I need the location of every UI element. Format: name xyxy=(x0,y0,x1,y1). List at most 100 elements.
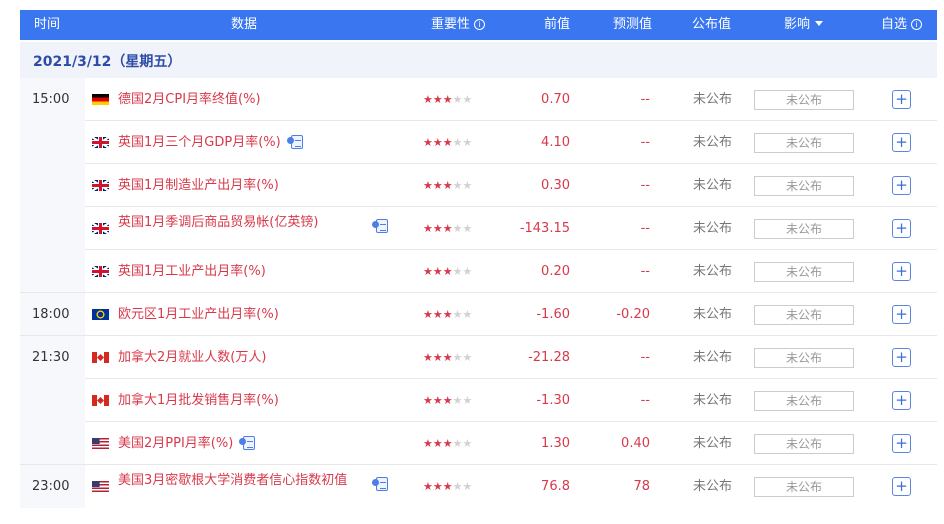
impact-box: 未公布 xyxy=(754,90,854,110)
indicator-name-text: 加拿大2月就业人数(万人) xyxy=(118,350,267,365)
report-icon[interactable] xyxy=(239,436,256,450)
header-watchlist[interactable]: 自选 i xyxy=(881,10,923,40)
report-icon[interactable] xyxy=(372,477,388,491)
header-previous: 前值 xyxy=(544,17,571,32)
forecast-value: -- xyxy=(640,135,650,150)
table-row: 英国1月季调后商品贸易帐(亿英镑) ★★★★★ -143.15 -- 未公布 未公布 + xyxy=(20,207,937,250)
forecast-value: -0.20 xyxy=(616,307,650,322)
actual-value: 未公布 xyxy=(693,307,733,322)
indicator-name[interactable]: 英国1月季调后商品贸易帐(亿英镑) xyxy=(118,213,388,233)
info-icon[interactable]: i xyxy=(911,19,923,30)
add-watchlist-button[interactable]: + xyxy=(892,434,911,453)
indicator-name[interactable]: 加拿大1月批发销售月率(%) xyxy=(118,379,279,422)
uk-flag-icon xyxy=(92,137,109,148)
caret-down-icon xyxy=(815,21,824,26)
impact-box: 未公布 xyxy=(754,434,854,454)
star-icon: ★ xyxy=(423,136,433,149)
star-icon: ★ xyxy=(432,437,443,450)
star-icon: ★ xyxy=(423,480,433,493)
indicator-name[interactable]: 英国1月制造业产出月率(%) xyxy=(118,164,279,207)
table-row: 英国1月工业产出月率(%) ★★★★★ 0.20 -- 未公布 未公布 + xyxy=(20,250,937,293)
uk-flag-icon xyxy=(92,180,109,191)
actual-value: 未公布 xyxy=(693,350,733,365)
report-icon[interactable] xyxy=(286,135,303,149)
star-icon: ★ xyxy=(423,222,433,235)
report-icon[interactable] xyxy=(372,219,388,233)
star-icon: ★ xyxy=(432,351,443,364)
uk-flag-icon xyxy=(92,266,109,277)
date-label: 2021/3/12（星期五） xyxy=(20,42,937,78)
row-time: 15:00 xyxy=(32,92,70,107)
table-row: 18:00 欧元区1月工业产出月率(%) ★★★★★ -1.60 -0.20 未公布 未公布… xyxy=(20,293,937,336)
forecast-value: -- xyxy=(640,221,650,236)
actual-value: 未公布 xyxy=(693,178,733,193)
forecast-value: 0.40 xyxy=(621,436,650,451)
indicator-name[interactable]: 美国2月PPI月率(%) xyxy=(118,422,256,465)
table-row: 15:00 德国2月CPI月率终值(%) ★★★★★ 0.70 -- 未公布 未公布 + xyxy=(20,78,937,121)
header-importance[interactable]: 重要性 i xyxy=(431,10,486,40)
forecast-value: -- xyxy=(640,264,650,279)
add-watchlist-button[interactable]: + xyxy=(892,391,911,410)
star-icon: ★ xyxy=(423,351,433,364)
forecast-value: 78 xyxy=(633,479,650,494)
row-time: 23:00 xyxy=(32,479,70,494)
impact-box: 未公布 xyxy=(754,133,854,153)
indicator-name-text: 美国3月密歇根大学消费者信心指数初值 xyxy=(118,473,348,488)
indicator-name-text: 英国1月工业产出月率(%) xyxy=(118,264,266,279)
header-impact-sort[interactable]: 影响 xyxy=(784,10,824,40)
indicator-name[interactable]: 德国2月CPI月率终值(%) xyxy=(118,78,261,121)
add-watchlist-button[interactable]: + xyxy=(892,477,911,496)
add-watchlist-button[interactable]: + xyxy=(892,262,911,281)
header-time: 时间 xyxy=(34,17,61,32)
indicator-name[interactable]: 欧元区1月工业产出月率(%) xyxy=(118,293,279,336)
star-icon: ★ xyxy=(423,394,433,407)
add-watchlist-button[interactable]: + xyxy=(892,348,911,367)
table-row: 23:00 美国3月密歇根大学消费者信心指数初值 ★★★★★ 76.8 78 未公布 未公布… xyxy=(20,465,937,508)
star-icon: ★ xyxy=(432,222,443,235)
indicator-name[interactable]: 美国3月密歇根大学消费者信心指数初值 xyxy=(118,471,388,491)
header-forecast: 预测值 xyxy=(613,17,653,32)
indicator-name-text: 加拿大1月批发销售月率(%) xyxy=(118,393,279,408)
star-icon: ★ xyxy=(432,93,443,106)
indicator-name-text: 欧元区1月工业产出月率(%) xyxy=(118,307,279,322)
row-time: 21:30 xyxy=(32,350,70,365)
forecast-value: -- xyxy=(640,178,650,193)
actual-value: 未公布 xyxy=(693,92,733,107)
table-row: 美国2月PPI月率(%) ★★★★★ 1.30 0.40 未公布 未公布 + xyxy=(20,422,937,465)
star-icon: ★ xyxy=(423,93,433,106)
indicator-name[interactable]: 加拿大2月就业人数(万人) xyxy=(118,336,266,379)
indicator-name-text: 美国2月PPI月率(%) xyxy=(118,436,234,451)
add-watchlist-button[interactable]: + xyxy=(892,305,911,324)
impact-box: 未公布 xyxy=(754,176,854,196)
star-icon: ★ xyxy=(423,308,433,321)
uk-flag-icon xyxy=(92,223,109,234)
star-icon: ★ xyxy=(432,394,443,407)
impact-box: 未公布 xyxy=(754,219,854,239)
indicator-name-text: 德国2月CPI月率终值(%) xyxy=(118,92,261,107)
table-row: 加拿大1月批发销售月率(%) ★★★★★ -1.30 -- 未公布 未公布 + xyxy=(20,379,937,422)
impact-box: 未公布 xyxy=(754,305,854,325)
star-icon: ★ xyxy=(432,265,443,278)
impact-box: 未公布 xyxy=(754,391,854,411)
table-row: 21:30 加拿大2月就业人数(万人) ★★★★★ -21.28 -- 未公布 未公布 + xyxy=(20,336,937,379)
add-watchlist-button[interactable]: + xyxy=(892,176,911,195)
table-row: 英国1月制造业产出月率(%) ★★★★★ 0.30 -- 未公布 未公布 + xyxy=(20,164,937,207)
add-watchlist-button[interactable]: + xyxy=(892,219,911,238)
indicator-name[interactable]: 英国1月三个月GDP月率(%) xyxy=(118,121,303,164)
header-actual: 公布值 xyxy=(692,17,732,32)
star-icon: ★ xyxy=(423,179,433,192)
indicator-name[interactable]: 英国1月工业产出月率(%) xyxy=(118,250,266,293)
add-watchlist-button[interactable]: + xyxy=(892,90,911,109)
add-watchlist-button[interactable]: + xyxy=(892,133,911,152)
impact-box: 未公布 xyxy=(754,477,854,497)
us-flag-icon xyxy=(92,481,109,492)
star-icon: ★ xyxy=(432,179,443,192)
actual-value: 未公布 xyxy=(693,135,733,150)
forecast-value: -- xyxy=(640,92,650,107)
actual-value: 未公布 xyxy=(693,264,733,279)
star-icon: ★ xyxy=(423,437,433,450)
eu-flag-icon xyxy=(92,309,109,320)
de-flag-icon xyxy=(92,94,109,105)
table-header: 时间 数据 重要性 i 前值 预测值 公布值 影响 自选 i xyxy=(20,10,937,40)
info-icon[interactable]: i xyxy=(474,19,486,30)
